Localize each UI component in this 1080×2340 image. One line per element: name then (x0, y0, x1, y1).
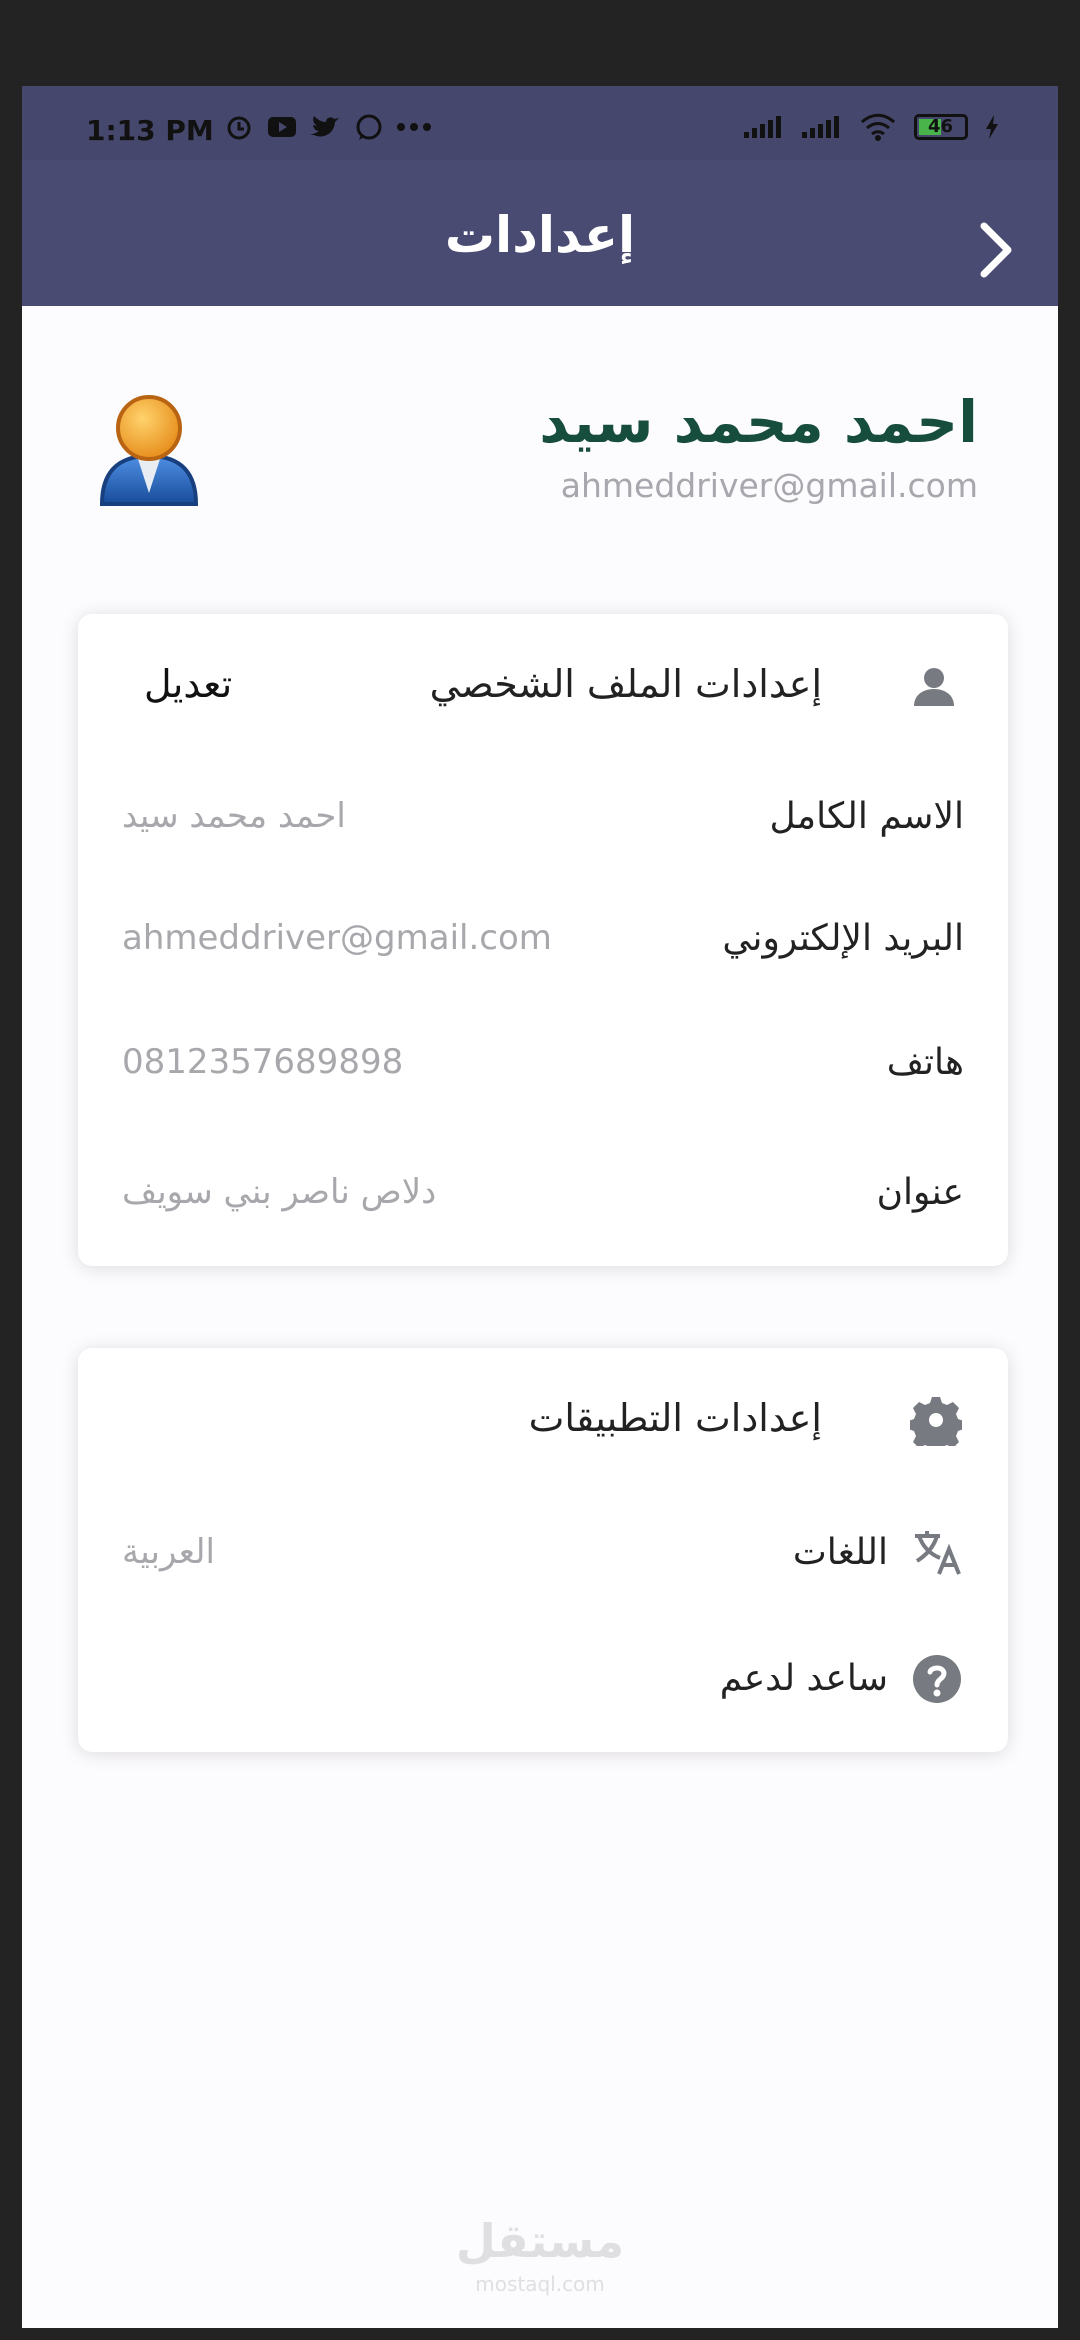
profile-email: ahmeddriver@gmail.com (560, 466, 978, 505)
status-bar: 1:13 PM 46 (22, 86, 1058, 160)
wifi-icon (860, 113, 896, 141)
address-value: دلاص ناصر بني سويف (122, 1172, 437, 1212)
profile-name: احمد محمد سيد (539, 388, 978, 456)
watermark-arabic: مستقل (455, 2214, 625, 2268)
battery-indicator: 46 (914, 114, 968, 140)
phone-label: هاتف (886, 1042, 964, 1083)
status-right-icons: 46 (742, 112, 1000, 142)
language-label: اللغات (792, 1532, 888, 1573)
status-time: 1:13 PM (86, 114, 214, 147)
alarm-icon (227, 116, 251, 140)
more-notifications-icon (397, 123, 431, 131)
app-settings-title: إعدادات التطبيقات (528, 1396, 822, 1440)
watermark-latin: mostaql.com (475, 2272, 605, 2296)
edit-profile-button[interactable]: تعديل (144, 662, 232, 706)
language-value: العربية (122, 1532, 215, 1572)
gear-icon (910, 1397, 962, 1446)
battery-text: 46 (928, 116, 954, 137)
profile-settings-title: إعدادات الملف الشخصي (429, 662, 822, 706)
twitter-icon (310, 116, 339, 137)
help-row[interactable]: ساعد لدعم (78, 1654, 1008, 1724)
translate-icon (915, 1531, 961, 1575)
profile-settings-card: إعدادات الملف الشخصي تعديل الاسم الكامل … (78, 614, 1008, 1266)
chevron-right-icon[interactable] (976, 220, 1016, 280)
charging-icon (986, 115, 998, 139)
signal-icon (744, 116, 781, 138)
full-name-label: الاسم الكامل (769, 796, 964, 837)
email-value: ahmeddriver@gmail.com (122, 918, 552, 958)
language-row[interactable]: اللغات العربية (78, 1526, 1008, 1606)
phone-screen: 1:13 PM 46 إعدادات احمد محمد سيد ahmeddr… (22, 86, 1058, 2328)
page-title: إعدادات (444, 206, 636, 264)
help-support-label: ساعد لدعم (719, 1658, 888, 1699)
email-label: البريد الإلكتروني (722, 918, 964, 959)
person-icon (914, 668, 954, 706)
help-icon (913, 1655, 961, 1703)
youtube-icon (268, 117, 296, 137)
signal-icon-2 (802, 116, 839, 138)
app-settings-card: إعدادات التطبيقات اللغات العربية ساعد لد… (78, 1348, 1008, 1752)
app-bar: إعدادات (22, 160, 1058, 306)
full-name-value: احمد محمد سيد (122, 796, 346, 836)
user-avatar-icon (99, 395, 199, 506)
address-label: عنوان (876, 1172, 964, 1213)
phone-value: 0812357689898 (122, 1042, 404, 1082)
whatsapp-icon (356, 114, 382, 140)
status-left-icons (224, 112, 432, 142)
